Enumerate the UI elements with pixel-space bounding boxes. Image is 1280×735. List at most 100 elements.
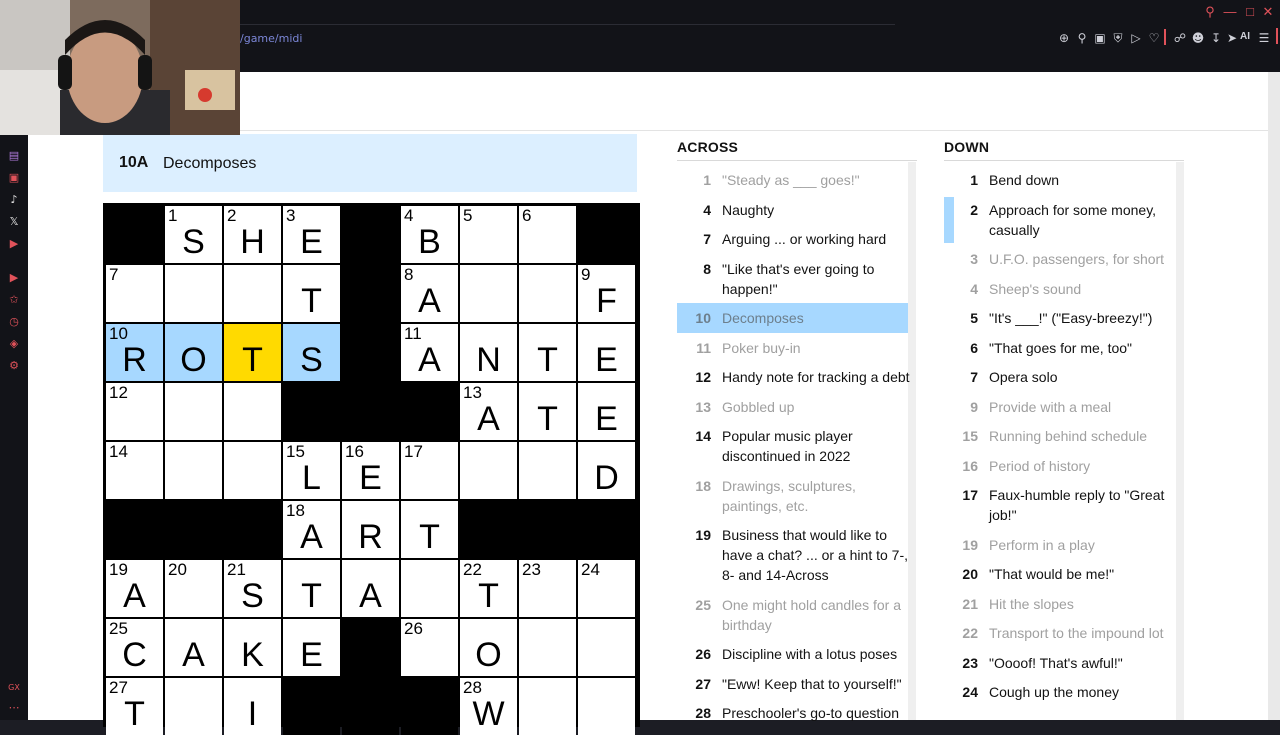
grid-cell[interactable]	[578, 678, 635, 735]
grid-cell[interactable]: O	[165, 324, 222, 381]
grid-cell[interactable]: 16 E	[342, 442, 399, 499]
settings-icon[interactable]: ⚙	[4, 358, 24, 374]
clue-across-25[interactable]: 25 One might hold candles for a birthday	[677, 590, 908, 640]
grid-cell[interactable]: E	[578, 383, 635, 440]
clue-down-15[interactable]: 15 Running behind schedule	[944, 421, 1176, 451]
download-icon[interactable]: ↧	[1208, 30, 1224, 46]
grid-cell[interactable]	[165, 383, 222, 440]
grid-cell[interactable]: I	[224, 678, 281, 735]
clue-down-24[interactable]: 24 Cough up the money	[944, 677, 1176, 707]
grid-cell[interactable]: 22 T	[460, 560, 517, 617]
clue-across-1[interactable]: 1 "Steady as ___ goes!"	[677, 165, 908, 195]
grid-cell[interactable]: 17	[401, 442, 458, 499]
grid-cell[interactable]: 9F	[578, 265, 635, 322]
heart-icon[interactable]: ♡	[1146, 30, 1162, 46]
grid-cell[interactable]	[165, 442, 222, 499]
clue-down-7[interactable]: 7 Opera solo	[944, 362, 1176, 392]
clue-across-12[interactable]: 12 Handy note for tracking a debt	[677, 362, 909, 392]
grid-cell[interactable]: R	[342, 501, 399, 558]
grid-cell[interactable]: K	[224, 619, 281, 676]
profile-icon[interactable]: ☻	[1190, 30, 1206, 46]
grid-cell[interactable]: S	[283, 324, 340, 381]
crossword-grid[interactable]: 1 S 2 H 3 E 4 B 5 6 7 T 8 A 9 F 10 R O T S 11 A N T E 12 13 A T E 14 15 L…	[103, 203, 640, 735]
grid-cell[interactable]	[519, 619, 576, 676]
grid-cell[interactable]: 2H	[224, 206, 281, 263]
cube-icon[interactable]: ◈	[4, 336, 24, 352]
clue-down-21[interactable]: 21 Hit the slopes	[944, 589, 1176, 619]
grid-cell[interactable]	[519, 265, 576, 322]
grid-cell[interactable]	[224, 265, 281, 322]
grid-cell[interactable]	[224, 442, 281, 499]
grid-cell[interactable]: T	[283, 560, 340, 617]
clue-down-17[interactable]: 17 Faux-humble reply to "Great job!"	[944, 480, 1176, 530]
clue-across-26[interactable]: 26 Discipline with a lotus poses	[677, 639, 908, 669]
search-icon[interactable]: ⚲	[1202, 4, 1218, 20]
screenshot-icon[interactable]: ▣	[1092, 30, 1108, 46]
pin-icon[interactable]: ⚲	[1074, 30, 1090, 46]
grid-cell[interactable]: 25 C	[106, 619, 163, 676]
twitch-icon[interactable]: ▤	[4, 148, 24, 164]
history-icon[interactable]: ◷	[4, 314, 24, 330]
grid-cell[interactable]: A	[342, 560, 399, 617]
grid-cell[interactable]: 15 L	[283, 442, 340, 499]
grid-cell[interactable]: O	[460, 619, 517, 676]
clue-across-11[interactable]: 11 Poker buy-in	[677, 333, 908, 363]
grid-cell[interactable]	[224, 383, 281, 440]
menu-icon[interactable]: ☰	[1256, 30, 1272, 46]
clue-across-8[interactable]: 8 "Like that's ever going to happen!"	[677, 254, 908, 304]
clue-across-28[interactable]: 28 Preschooler's go-to question	[677, 698, 908, 728]
grid-cell[interactable]: 20	[165, 560, 222, 617]
grid-cell[interactable]: 10 R	[106, 324, 163, 381]
grid-cell[interactable]: 6	[519, 206, 576, 263]
clue-down-9[interactable]: 9 Provide with a meal	[944, 392, 1176, 422]
grid-cell[interactable]	[165, 265, 222, 322]
grid-cell[interactable]: 5	[460, 206, 517, 263]
grid-cell[interactable]: 8A	[401, 265, 458, 322]
grid-cell[interactable]: 23	[519, 560, 576, 617]
grid-cell[interactable]: 27 T	[106, 678, 163, 735]
grid-cell[interactable]	[401, 560, 458, 617]
grid-cell[interactable]: 3E	[283, 206, 340, 263]
grid-cell[interactable]: 4B	[401, 206, 458, 263]
grid-cell[interactable]: T	[519, 324, 576, 381]
shield-icon[interactable]: ⛨	[1110, 30, 1126, 46]
play-icon[interactable]: ▷	[1128, 30, 1144, 46]
clue-down-19[interactable]: 19 Perform in a play	[944, 530, 1176, 560]
clue-across-14[interactable]: 14 Popular music player discontinued in 20…	[677, 421, 908, 471]
extensions-icon[interactable]: ☍	[1172, 30, 1188, 46]
grid-cell[interactable]: N	[460, 324, 517, 381]
grid-cell[interactable]: D	[578, 442, 635, 499]
tiktok-icon[interactable]: ♪	[4, 192, 24, 208]
youtube-icon[interactable]: ▶	[4, 236, 24, 252]
grid-cell[interactable]: T	[224, 324, 281, 381]
maximize-icon[interactable]: □	[1242, 4, 1258, 20]
grid-cell[interactable]	[460, 265, 517, 322]
grid-cell[interactable]	[519, 678, 576, 735]
clue-down-4[interactable]: 4 Sheep's sound	[944, 274, 1176, 304]
clue-down-20[interactable]: 20 "That would be me!"	[944, 559, 1176, 589]
clue-down-6[interactable]: 6 "That goes for me, too"	[944, 333, 1176, 363]
clue-down-22[interactable]: 22 Transport to the impound lot	[944, 618, 1176, 648]
clue-across-27[interactable]: 27 "Eww! Keep that to yourself!"	[677, 669, 908, 699]
grid-cell[interactable]: 14	[106, 442, 163, 499]
gx-icon[interactable]: GX	[4, 680, 24, 696]
grid-cell[interactable]: 21 S	[224, 560, 281, 617]
grid-cell[interactable]: 26	[401, 619, 458, 676]
clue-across-7[interactable]: 7 Arguing ... or working hard	[677, 224, 908, 254]
grid-cell[interactable]	[519, 442, 576, 499]
grid-cell[interactable]: 19 A	[106, 560, 163, 617]
grid-cell[interactable]: 1S	[165, 206, 222, 263]
send-icon[interactable]: ➤	[1224, 30, 1240, 46]
grid-cell[interactable]: T	[401, 501, 458, 558]
clue-across-10[interactable]: 10 Decomposes	[677, 303, 908, 333]
clue-down-16[interactable]: 16 Period of history	[944, 451, 1176, 481]
grid-cell[interactable]: 11 A	[401, 324, 458, 381]
grid-cell[interactable]: 12	[106, 383, 163, 440]
grid-cell[interactable]: T	[283, 265, 340, 322]
down-scrollbar[interactable]	[1176, 162, 1184, 720]
grid-cell[interactable]	[460, 442, 517, 499]
grid-cell[interactable]: A	[165, 619, 222, 676]
minimize-icon[interactable]: —	[1222, 4, 1238, 20]
clue-across-13[interactable]: 13 Gobbled up	[677, 392, 908, 422]
grid-cell[interactable]: 18 A	[283, 501, 340, 558]
